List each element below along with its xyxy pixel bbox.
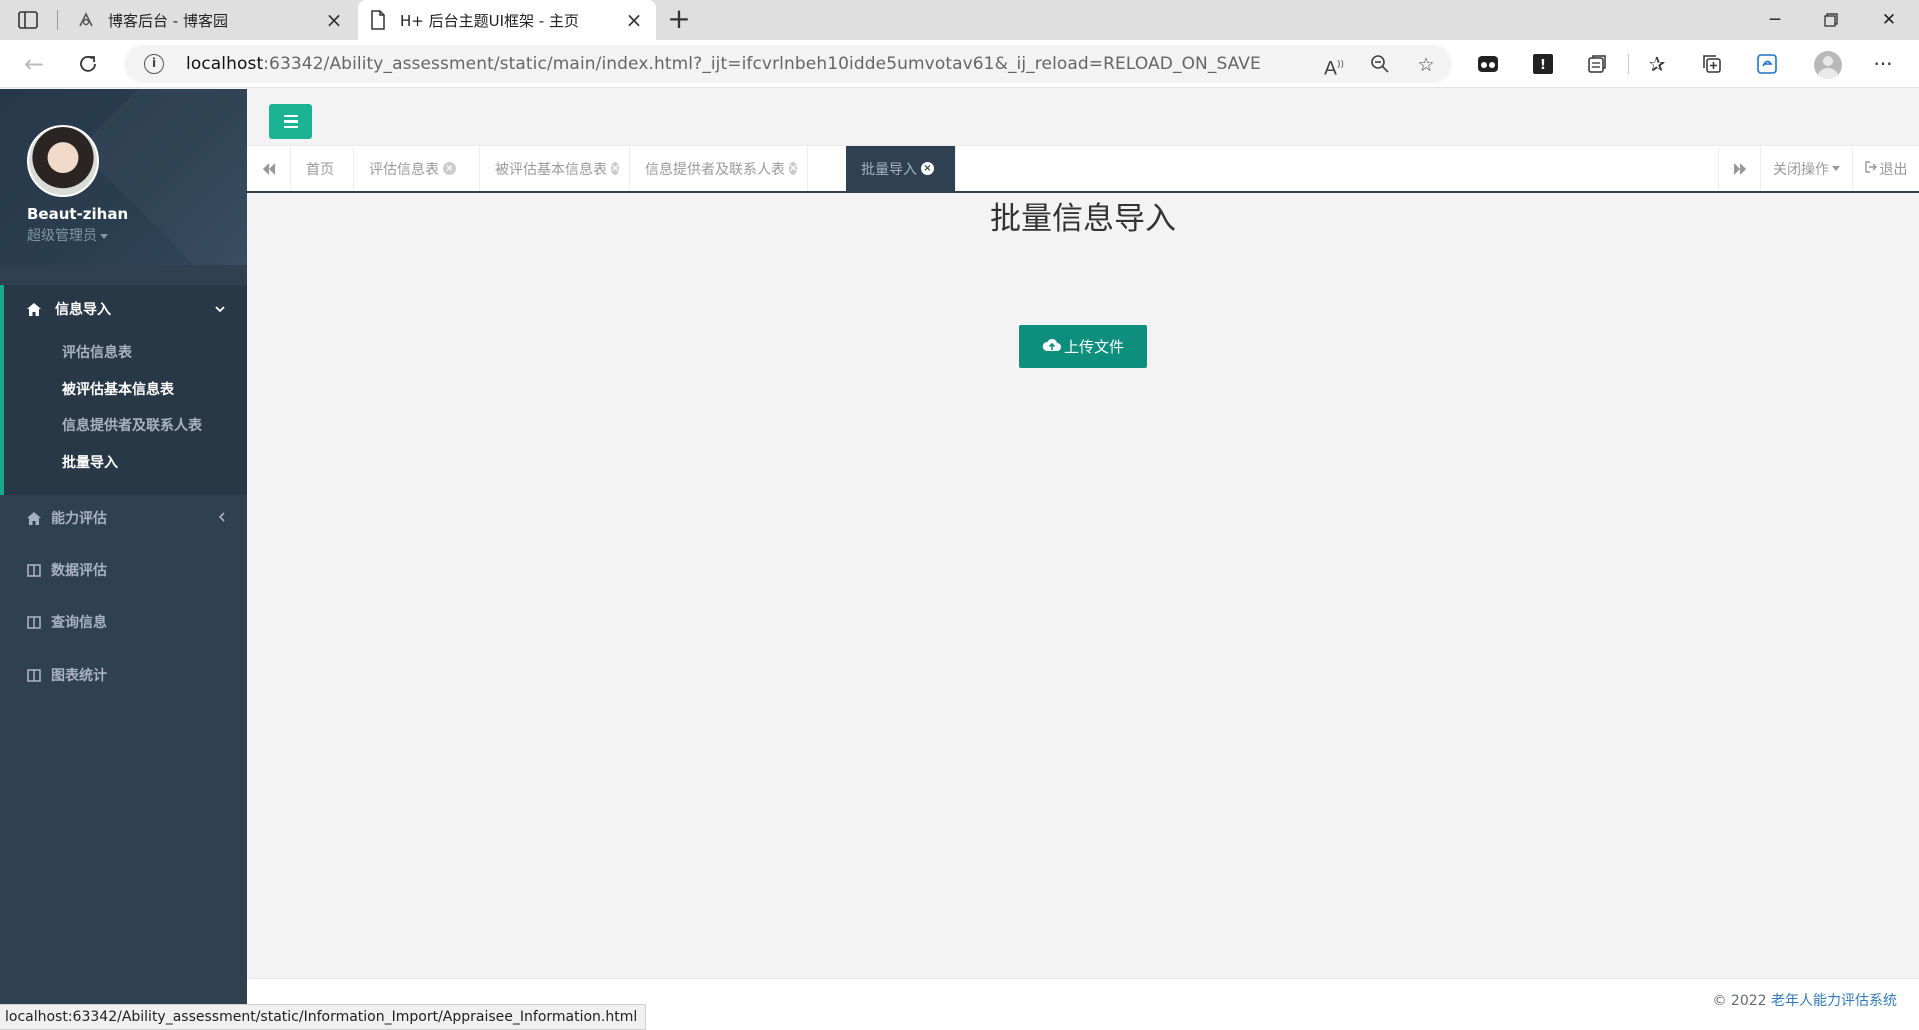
sidebar-item-query-info[interactable]: 查询信息 bbox=[0, 601, 247, 643]
user-role-dropdown[interactable]: 超级管理员 bbox=[27, 225, 108, 245]
top-navbar bbox=[247, 89, 1919, 146]
tab-provider-contacts[interactable]: 信息提供者及联系人表 × bbox=[630, 146, 808, 191]
sidebar-item-info-import[interactable]: 信息导入 bbox=[0, 288, 247, 330]
chevron-down-icon bbox=[215, 301, 225, 317]
tabs-scroll-left-icon[interactable] bbox=[247, 146, 291, 191]
columns-icon bbox=[26, 614, 42, 630]
close-icon[interactable]: × bbox=[324, 10, 344, 30]
logout-button[interactable]: 退出 bbox=[1852, 146, 1919, 191]
browser-tab-blog[interactable]: 博客后台 - 博客园 × bbox=[70, 0, 356, 40]
read-aloud-icon[interactable]: A)) bbox=[1322, 54, 1346, 79]
browser-tab-active[interactable]: H+ 后台主题UI框架 - 主页 × bbox=[358, 0, 656, 40]
toolbar-separator bbox=[1628, 54, 1629, 74]
favorites-icon[interactable]: ✰ bbox=[1644, 51, 1670, 77]
tabs-scroll-right-icon[interactable] bbox=[1718, 146, 1760, 191]
user-name: Beaut-zihan bbox=[27, 205, 129, 223]
sidebar-item-data-assessment[interactable]: 数据评估 bbox=[0, 549, 247, 591]
window-close-icon[interactable]: ✕ bbox=[1866, 6, 1912, 34]
tab-close-icon[interactable]: × bbox=[611, 162, 620, 175]
home-icon bbox=[26, 510, 42, 526]
more-icon[interactable]: ··· bbox=[1870, 51, 1896, 77]
tab-home[interactable]: 首页 bbox=[291, 146, 354, 191]
close-icon[interactable]: × bbox=[624, 10, 644, 30]
submenu-item-provider-contacts[interactable]: 信息提供者及联系人表 bbox=[62, 415, 202, 435]
columns-icon bbox=[26, 562, 42, 578]
zoom-icon[interactable] bbox=[1368, 54, 1392, 76]
avatar[interactable] bbox=[27, 125, 99, 197]
browser-status-url: localhost:63342/Ability_assessment/stati… bbox=[0, 1004, 647, 1030]
add-favorite-icon[interactable]: ☆ bbox=[1414, 54, 1438, 76]
tab-close-icon[interactable]: × bbox=[789, 162, 798, 175]
close-operations-dropdown[interactable]: 关闭操作 bbox=[1760, 146, 1852, 191]
page-icon bbox=[368, 10, 388, 30]
browser-tab-title: H+ 后台主题UI框架 - 主页 bbox=[400, 11, 579, 30]
content-tabs: 首页 评估信息表 × 被评估基本信息表 × 信息提供者及联系人表 × 批量导入 × 关闭… bbox=[247, 146, 1919, 193]
svg-text:!: ! bbox=[1540, 58, 1546, 73]
extension-icon[interactable] bbox=[1584, 51, 1610, 77]
caret-down-icon bbox=[1832, 166, 1840, 171]
profile-avatar-icon[interactable] bbox=[1814, 51, 1842, 79]
browser-tab-title: 博客后台 - 博客园 bbox=[108, 11, 228, 30]
restore-icon[interactable] bbox=[1808, 6, 1854, 34]
caret-down-icon bbox=[100, 233, 108, 239]
tab-close-icon[interactable]: × bbox=[921, 162, 934, 175]
submenu-item-batch-import[interactable]: 批量导入 bbox=[62, 452, 118, 472]
tab-separator bbox=[57, 10, 58, 30]
tab-close-icon[interactable]: × bbox=[443, 162, 456, 175]
sidebar-item-label: 能力评估 bbox=[51, 511, 107, 527]
site-info-icon[interactable]: i bbox=[144, 54, 164, 74]
collections-icon[interactable] bbox=[1699, 51, 1725, 77]
tab-assessment-info[interactable]: 评估信息表 × bbox=[354, 146, 480, 191]
url-text: localhost:63342/Ability_assessment/stati… bbox=[186, 54, 1261, 74]
cloud-upload-icon bbox=[1042, 337, 1062, 356]
home-icon bbox=[26, 301, 42, 317]
extension-icon[interactable] bbox=[1475, 51, 1501, 77]
sidebar-item-label: 查询信息 bbox=[51, 615, 107, 631]
chevron-left-icon bbox=[218, 510, 225, 526]
upload-file-button[interactable]: 上传文件 bbox=[1019, 325, 1147, 368]
address-bar[interactable]: i localhost:63342/Ability_assessment/sta… bbox=[124, 45, 1452, 83]
tab-actions-icon[interactable] bbox=[14, 8, 42, 32]
sidebar-profile: Beaut-zihan 超级管理员 bbox=[0, 89, 247, 265]
sidebar-item-ability-assessment[interactable]: 能力评估 bbox=[0, 497, 247, 539]
blog-icon bbox=[76, 10, 96, 30]
footer-copyright: © 2022 老年人能力评估系统 bbox=[1712, 993, 1897, 1009]
extension-icon[interactable]: ! bbox=[1530, 51, 1556, 77]
browser-toolbar: ← i localhost:63342/Ability_assessment/s… bbox=[0, 40, 1919, 88]
sidebar: Beaut-zihan 超级管理员 信息导入 评估信息表 被评估基本信息表 信息… bbox=[0, 89, 247, 1030]
columns-icon bbox=[26, 667, 42, 683]
page-title: 批量信息导入 bbox=[990, 201, 1176, 237]
browser-tab-bar: 博客后台 - 博客园 × H+ 后台主题UI框架 - 主页 × + ─ ✕ bbox=[0, 0, 1919, 40]
tab-batch-import[interactable]: 批量导入 × bbox=[846, 146, 956, 191]
sidebar-item-label: 信息导入 bbox=[55, 302, 111, 318]
menu-toggle-button[interactable] bbox=[269, 104, 312, 139]
submenu-item-appraisee-info[interactable]: 被评估基本信息表 bbox=[62, 379, 174, 399]
new-tab-icon[interactable]: + bbox=[664, 5, 694, 34]
refresh-icon[interactable] bbox=[73, 50, 103, 78]
sign-out-icon bbox=[1864, 160, 1877, 177]
minimize-icon[interactable]: ─ bbox=[1752, 6, 1798, 34]
tab-appraisee-info[interactable]: 被评估基本信息表 × bbox=[480, 146, 630, 191]
sidebar-item-label: 图表统计 bbox=[51, 668, 107, 684]
sidebar-item-chart-stats[interactable]: 图表统计 bbox=[0, 654, 247, 696]
upload-file-label: 上传文件 bbox=[1063, 338, 1124, 356]
main-area: 首页 评估信息表 × 被评估基本信息表 × 信息提供者及联系人表 × 批量导入 × 关闭… bbox=[247, 89, 1919, 1030]
sidebar-item-label: 数据评估 bbox=[51, 563, 107, 579]
submenu-item-assessment-info[interactable]: 评估信息表 bbox=[62, 342, 132, 362]
browser-essentials-icon[interactable] bbox=[1754, 51, 1780, 77]
back-icon[interactable]: ← bbox=[19, 50, 49, 78]
system-name-link[interactable]: 老年人能力评估系统 bbox=[1771, 993, 1897, 1009]
